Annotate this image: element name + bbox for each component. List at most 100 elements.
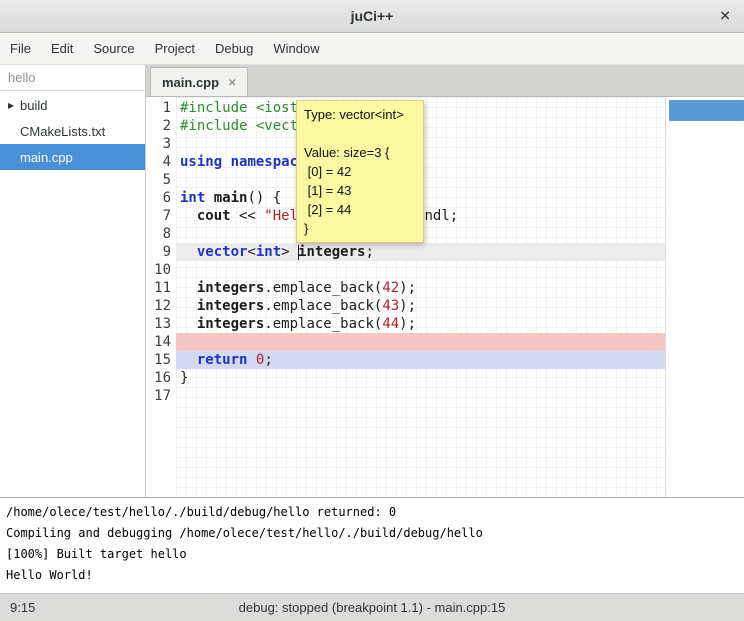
code-line-9[interactable]: 9 vector<int> integers; (146, 243, 744, 261)
tooltip-line (304, 124, 416, 143)
tooltip-line: Value: size=3 { (304, 143, 416, 162)
code-line-14[interactable]: 14 (146, 333, 744, 351)
code-line-13[interactable]: 13 integers.emplace_back(44); (146, 315, 744, 333)
code-line-10[interactable]: 10 (146, 261, 744, 279)
code-token: vector (197, 244, 248, 260)
tree-item-cmakelists-txt[interactable]: ▶ CMakeLists.txt (0, 118, 145, 144)
output-line: Compiling and debugging /home/olece/test… (6, 523, 738, 544)
tab-close-icon[interactable]: × (228, 74, 236, 90)
code-line-3[interactable]: 3 (146, 135, 744, 153)
editor-region: main.cpp × 1 #include <iostream> 2 #incl… (146, 65, 744, 497)
code-token: << (231, 208, 265, 224)
tab-main-cpp[interactable]: main.cpp × (150, 67, 248, 96)
menu-item-file[interactable]: File (0, 33, 41, 64)
code-token (222, 154, 230, 170)
code-token: #include (180, 118, 256, 134)
line-number: 10 (146, 261, 171, 279)
code-line-5[interactable]: 5 (146, 171, 744, 189)
tooltip-line: [1] = 43 (304, 181, 416, 200)
code-line-6[interactable]: 6 int main() { (146, 189, 744, 207)
code-line-2[interactable]: 2 #include <vector> (146, 117, 744, 135)
close-window-icon[interactable]: ✕ (719, 8, 731, 25)
code-token: integers (197, 316, 264, 332)
code-text: integers.emplace_back(44); (180, 315, 416, 333)
line-number: 6 (146, 189, 171, 207)
code-token: } (180, 370, 188, 386)
code-token: ); (399, 298, 416, 314)
code-token (205, 190, 213, 206)
tab-label: main.cpp (162, 75, 219, 90)
line-number: 5 (146, 171, 171, 189)
code-token: integers (298, 244, 365, 260)
code-lines: 1 #include <iostream> 2 #include <vector… (146, 99, 744, 405)
code-line-1[interactable]: 1 #include <iostream> (146, 99, 744, 117)
code-line-4[interactable]: 4 using namespace std; (146, 153, 744, 171)
code-line-17[interactable]: 17 (146, 387, 744, 405)
debug-value-tooltip: Type: vector<int> Value: size=3 { [0] = 4… (296, 100, 424, 243)
code-token: ); (399, 280, 416, 296)
code-token: int (256, 244, 281, 260)
line-number: 11 (146, 279, 171, 297)
code-token: using (180, 154, 222, 170)
debug-status-text: debug: stopped (breakpoint 1.1) - main.c… (0, 594, 744, 621)
menubar: FileEditSourceProjectDebugWindow (0, 33, 744, 65)
tooltip-line: [0] = 42 (304, 162, 416, 181)
code-token: #include (180, 100, 256, 116)
code-token: integers (197, 280, 264, 296)
output-line: /home/olece/test/hello/./build/debug/hel… (6, 502, 738, 523)
line-number: 2 (146, 117, 171, 135)
line-number: 3 (146, 135, 171, 153)
tree-item-label: CMakeLists.txt (20, 124, 105, 139)
code-token: 43 (382, 298, 399, 314)
code-token (180, 208, 197, 224)
tooltip-line: Type: vector<int> (304, 105, 416, 124)
code-token (180, 352, 197, 368)
tree-item-main-cpp[interactable]: ▶ main.cpp (0, 144, 145, 170)
tooltip-line: } (304, 219, 416, 238)
line-number: 4 (146, 153, 171, 171)
menu-item-window[interactable]: Window (263, 33, 329, 64)
code-token: main (214, 190, 248, 206)
tree-item-label: main.cpp (20, 150, 73, 165)
code-text: return 0; (180, 351, 273, 369)
code-line-7[interactable]: 7 cout << "Hello World!" << endl; (146, 207, 744, 225)
expander-arrow-icon[interactable]: ▶ (8, 101, 20, 110)
code-editor[interactable]: 1 #include <iostream> 2 #include <vector… (146, 97, 744, 497)
scrollbar-thumb[interactable] (669, 100, 744, 121)
code-line-12[interactable]: 12 integers.emplace_back(43); (146, 297, 744, 315)
code-token: return (197, 352, 248, 368)
code-token (247, 352, 255, 368)
code-line-8[interactable]: 8 (146, 225, 744, 243)
app: { "colors": { "selection": "#4a90d9", "t… (0, 0, 744, 621)
file-filter-input[interactable] (0, 65, 145, 91)
line-number: 14 (146, 333, 171, 351)
code-text: } (180, 369, 188, 387)
code-token: .emplace_back( (264, 298, 382, 314)
code-text: integers.emplace_back(43); (180, 297, 416, 315)
menu-item-project[interactable]: Project (145, 33, 205, 64)
sidebar: ▶ build ▶ CMakeLists.txt ▶ main.cpp (0, 65, 146, 497)
code-line-16[interactable]: 16 } (146, 369, 744, 387)
code-token: ; (365, 244, 373, 260)
output-panel[interactable]: /home/olece/test/hello/./build/debug/hel… (0, 497, 744, 593)
code-token: 42 (382, 280, 399, 296)
menu-item-debug[interactable]: Debug (205, 33, 263, 64)
line-number: 17 (146, 387, 171, 405)
code-token: int (180, 190, 205, 206)
line-number: 12 (146, 297, 171, 315)
menu-item-source[interactable]: Source (83, 33, 144, 64)
line-highlight (176, 387, 665, 405)
code-text: integers.emplace_back(42); (180, 279, 416, 297)
code-token: .emplace_back( (264, 316, 382, 332)
line-number: 16 (146, 369, 171, 387)
code-token: integers (197, 298, 264, 314)
line-highlight (176, 369, 665, 387)
code-token (180, 280, 197, 296)
line-number: 7 (146, 207, 171, 225)
code-line-11[interactable]: 11 integers.emplace_back(42); (146, 279, 744, 297)
code-token: .emplace_back( (264, 280, 382, 296)
line-number: 13 (146, 315, 171, 333)
tree-item-build[interactable]: ▶ build (0, 92, 145, 118)
menu-item-edit[interactable]: Edit (41, 33, 83, 64)
code-line-15[interactable]: 15 return 0; (146, 351, 744, 369)
